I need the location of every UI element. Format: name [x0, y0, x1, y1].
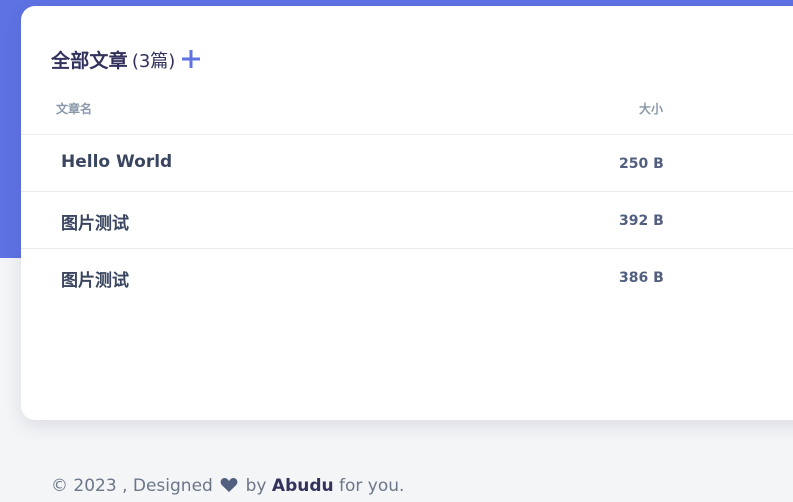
table-row[interactable]: 图片测试 386 B [21, 248, 793, 305]
article-size: 392 B [619, 213, 664, 229]
article-name-link[interactable]: 图片测试 [61, 209, 129, 234]
footer-copyright: © 2023 , Designed [51, 476, 213, 496]
heart-icon [220, 477, 238, 498]
column-header-size: 大小 [639, 102, 664, 116]
author-link[interactable]: Abudu [272, 476, 334, 496]
column-header-name: 文章名 [56, 102, 93, 116]
footer-by: by [245, 476, 267, 496]
footer-suffix: for you. [339, 476, 405, 496]
plus-icon [182, 49, 201, 68]
article-count: (3篇) [131, 50, 176, 72]
footer: © 2023 , Designed by Abudu for you. [51, 476, 404, 498]
article-name-link[interactable]: Hello World [61, 152, 172, 172]
table-row[interactable]: Hello World 250 B [21, 134, 793, 192]
page-title: 全部文章 [51, 50, 128, 72]
add-article-button[interactable] [181, 48, 201, 72]
article-name-link[interactable]: 图片测试 [61, 266, 129, 291]
table-row[interactable]: 图片测试 392 B [21, 191, 793, 249]
articles-card: 全部文章 (3篇) 文章名 大小 Hello World 250 B 图片测试 … [21, 6, 793, 420]
article-size: 250 B [619, 156, 664, 172]
card-header: 全部文章 (3篇) [51, 46, 201, 73]
table-header: 文章名 大小 [21, 92, 793, 135]
article-size: 386 B [619, 270, 664, 286]
